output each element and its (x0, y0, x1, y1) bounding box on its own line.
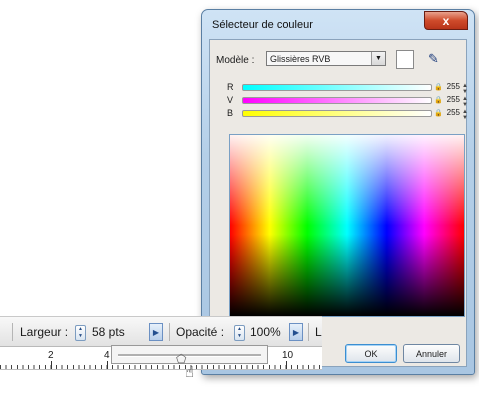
opacity-label: Opacité : (176, 325, 225, 339)
chevron-down-icon[interactable]: ▼ (371, 52, 385, 65)
eyedropper-icon[interactable]: ✎ (428, 52, 442, 66)
spinner-r-icon[interactable]: ▲ ▼ (462, 83, 468, 95)
model-select-value: Glissières RVB (270, 54, 331, 64)
ruler-major-tick (107, 361, 108, 369)
truncated-label: L (315, 325, 322, 339)
opacity-input[interactable]: 100% (250, 325, 281, 339)
toolbar-separator (169, 323, 170, 341)
model-select[interactable]: Glissières RVB ▼ (266, 51, 386, 66)
triangle-right-icon: ▶ (292, 327, 300, 337)
cancel-button[interactable]: Annuler (403, 344, 460, 363)
opacity-slider-toggle[interactable]: ▶ (289, 323, 303, 341)
ruler-label: 4 (104, 350, 110, 361)
slider-v[interactable] (242, 97, 432, 104)
ruler-major-tick (51, 361, 52, 369)
ruler-label: 2 (48, 350, 54, 361)
value-b[interactable]: 255 (442, 108, 460, 117)
spinner-b-icon[interactable]: ▲ ▼ (462, 109, 468, 121)
slider-groove (118, 354, 261, 357)
toolbar: Largeur : ▲ ▼ 58 pts ▶ Opacité : ▲ ▼ 100% … (0, 316, 322, 347)
close-button[interactable]: x (424, 11, 468, 30)
channel-label-b: B (227, 108, 234, 118)
ruler-major-tick (286, 361, 287, 369)
width-label: Largeur : (20, 325, 69, 339)
slider-b[interactable] (242, 110, 432, 117)
hand-cursor-icon: ☝ (185, 364, 195, 381)
dialog-title: Sélecteur de couleur (212, 19, 313, 31)
spinner-v-icon[interactable]: ▲ ▼ (462, 96, 468, 108)
triangle-right-icon: ▶ (152, 327, 160, 337)
width-spinner-icon[interactable]: ▲ ▼ (75, 325, 86, 341)
opacity-spinner-icon[interactable]: ▲ ▼ (234, 325, 245, 341)
color-spectrum[interactable] (229, 134, 465, 317)
slider-r[interactable] (242, 84, 432, 91)
width-input[interactable]: 58 pts (92, 325, 125, 339)
model-label: Modèle : (216, 55, 255, 66)
width-slider-toggle[interactable]: ▶ (149, 323, 163, 341)
value-v[interactable]: 255 (442, 95, 460, 104)
value-r[interactable]: 255 (442, 82, 460, 91)
toolbar-separator (308, 323, 309, 341)
color-swatch[interactable] (396, 50, 414, 69)
toolbar-separator (12, 323, 13, 341)
width-slider-popup[interactable] (111, 345, 268, 364)
ruler-label: 10 (282, 350, 294, 361)
channel-label-v: V (227, 95, 234, 105)
close-icon: x (442, 13, 450, 28)
channel-label-r: R (227, 82, 234, 92)
ok-button[interactable]: OK (345, 344, 397, 363)
